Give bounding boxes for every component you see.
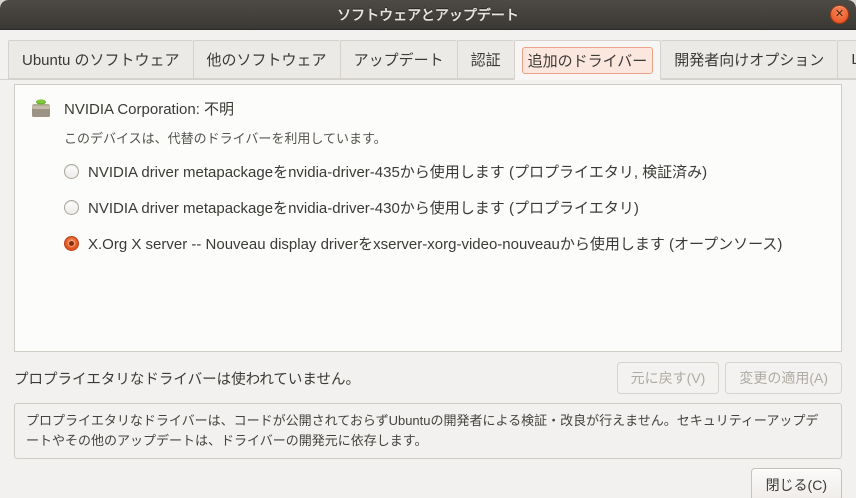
bottom-row: 閉じる(C) (0, 468, 856, 498)
tab-updates[interactable]: アップデート (339, 40, 457, 79)
tab-additional-drivers[interactable]: 追加のドライバー (513, 40, 662, 80)
tab-other-software[interactable]: 他のソフトウェア (192, 40, 340, 79)
close-window-button[interactable]: ✕ (830, 5, 849, 24)
revert-button[interactable]: 元に戻す(V) (616, 362, 720, 394)
driver-option-label: NVIDIA driver metapackageをnvidia-driver-… (88, 200, 639, 217)
tab-label: Ubuntu のソフトウェア (22, 52, 180, 69)
close-icon: ✕ (834, 8, 845, 20)
close-button[interactable]: 閉じる(C) (750, 468, 842, 498)
drivers-panel: NVIDIA Corporation: 不明 このデバイスは、代替のドライバーを… (14, 84, 842, 352)
tab-label: 開発者向けオプション (674, 52, 825, 69)
tab-developer-options[interactable]: 開発者向けオプション (661, 40, 838, 79)
driver-list: NVIDIA driver metapackageをnvidia-driver-… (64, 161, 827, 254)
status-actions: 元に戻す(V) 変更の適用(A) (616, 362, 842, 394)
driver-option-label: NVIDIA driver metapackageをnvidia-driver-… (88, 164, 708, 181)
driver-option-nvidia-435[interactable]: NVIDIA driver metapackageをnvidia-driver-… (64, 161, 827, 182)
tab-livepatch[interactable]: Livepatch (837, 40, 856, 79)
radio-button-selected[interactable] (64, 236, 79, 251)
status-row: プロプライエタリなドライバーは使われていません。 元に戻す(V) 変更の適用(A… (0, 362, 856, 394)
software-updates-window: ソフトウェアとアップデート ✕ Ubuntu のソフトウェア 他のソフトウェア … (0, 0, 856, 498)
device-name: NVIDIA Corporation: 不明 (64, 100, 235, 118)
tab-label: 追加のドライバー (521, 46, 654, 74)
apply-changes-button[interactable]: 変更の適用(A) (725, 362, 842, 394)
tab-label: Livepatch (851, 51, 856, 68)
tabbar: Ubuntu のソフトウェア 他のソフトウェア アップデート 認証 追加のドライ… (0, 40, 856, 80)
window-title: ソフトウェアとアップデート (337, 6, 519, 23)
driver-option-label: X.Org X server -- Nouveau display driver… (88, 236, 783, 253)
titlebar: ソフトウェアとアップデート ✕ (0, 0, 856, 30)
driver-option-nvidia-430[interactable]: NVIDIA driver metapackageをnvidia-driver-… (64, 197, 827, 218)
hardware-device-icon (32, 99, 50, 117)
device-status-text: このデバイスは、代替のドライバーを利用しています。 (64, 131, 387, 146)
tab-label: アップデート (353, 52, 444, 69)
proprietary-driver-note: プロプライエタリなドライバーは、コードが公開されておらずUbuntuの開発者によ… (14, 403, 842, 460)
tab-label: 認証 (470, 52, 501, 69)
radio-button[interactable] (64, 164, 79, 179)
tab-authentication[interactable]: 認証 (456, 40, 514, 79)
device-header: NVIDIA Corporation: 不明 (29, 97, 827, 119)
driver-usage-status: プロプライエタリなドライバーは使われていません。 (14, 371, 360, 388)
tab-ubuntu-software[interactable]: Ubuntu のソフトウェア (8, 40, 193, 79)
radio-button[interactable] (64, 200, 79, 215)
driver-option-nouveau[interactable]: X.Org X server -- Nouveau display driver… (64, 233, 827, 254)
tab-label: 他のソフトウェア (206, 52, 327, 69)
